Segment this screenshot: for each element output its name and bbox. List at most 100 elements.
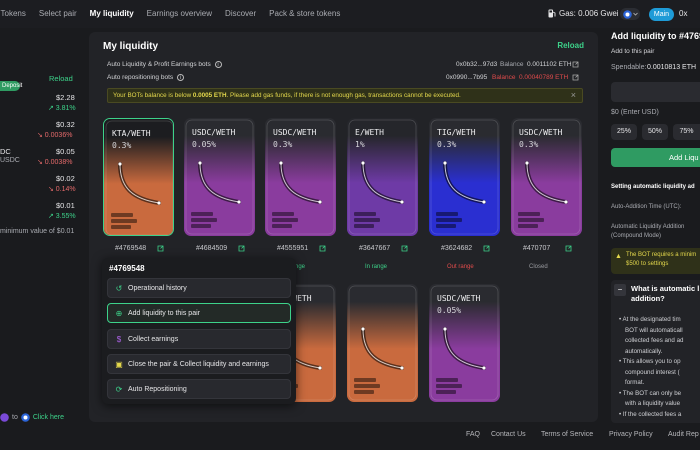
bot1-balance-label: Balance	[500, 61, 524, 68]
add-liquidity-panel: Add liquidity to #4769 Add to this pair …	[603, 28, 700, 428]
add-liquidity-subtitle: Add to this pair	[611, 48, 655, 55]
menu-item-label: Auto Repositioning	[128, 385, 187, 393]
card-position-id[interactable]: #4555951	[277, 245, 308, 252]
nav-item-earnings-overview[interactable]: Earnings overview	[147, 9, 212, 18]
liquidity-position-card[interactable]	[347, 284, 418, 402]
deposit-button[interactable]: Deposit	[0, 81, 22, 91]
card-pair-name: USDC/WETH	[273, 128, 317, 137]
page-title: My liquidity	[103, 41, 158, 52]
info-icon[interactable]: i	[176, 74, 184, 81]
left-reload-link[interactable]: Reload	[49, 74, 73, 83]
external-link-icon[interactable]	[319, 245, 326, 252]
nav-item-tokens[interactable]: 0 Tokens	[0, 9, 26, 18]
auto-repositioning-button[interactable]: ⟳ Auto Repositioning	[107, 379, 291, 399]
token-value: $0.05	[56, 147, 75, 156]
history-icon: ↺	[115, 284, 123, 293]
liquidity-position-card[interactable]: USDC/WETH 0.05%	[429, 284, 500, 402]
close-icon[interactable]: ×	[571, 89, 576, 102]
liquidity-position-card[interactable]: USDC/WETH 0.05%	[184, 118, 255, 236]
nav-item-select-pair[interactable]: Select pair	[39, 9, 77, 18]
min-requirement-notice: ▲ The BOT requires a minim $500 to setti…	[611, 248, 700, 274]
reload-button[interactable]: Reload	[557, 41, 584, 50]
info-icon[interactable]: i	[214, 61, 222, 68]
faq-question-line1: What is automatic l	[631, 284, 700, 293]
popup-title: #4769548	[109, 264, 145, 273]
card-position-id[interactable]: #4684509	[196, 245, 227, 252]
card-position-id[interactable]: #470707	[523, 245, 550, 252]
collect-icon: $	[116, 335, 122, 344]
token-change: ↘ 0.0038%	[37, 159, 73, 166]
footer-audit-link[interactable]: Audit Rep	[668, 431, 699, 438]
chevron-down-icon	[632, 12, 638, 16]
footer-contact-link[interactable]: Contact Us	[491, 431, 526, 438]
external-link-icon[interactable]	[572, 61, 579, 68]
card-pair-name: USDC/WETH	[437, 294, 481, 303]
auto-repositioning-bots-label: Auto repositioning bots	[107, 74, 174, 81]
token-change: ↘ 0.0036%	[37, 132, 73, 139]
click-here-link[interactable]: Click here	[33, 414, 64, 421]
faq-answer-line: • At the designated tim	[619, 316, 681, 323]
bot1-address[interactable]: 0x0b32...97d3	[456, 61, 497, 68]
faq-answer-line: BOT will automaticall	[625, 326, 683, 334]
card-position-id[interactable]: #3647667	[359, 245, 390, 252]
bot2-balance-label: Balance	[492, 74, 516, 81]
token-value: $0.01	[56, 201, 75, 210]
close-pair-icon: ▣	[115, 360, 123, 369]
ethereum-network-icon	[622, 9, 632, 19]
nav-item-my-liquidity[interactable]: My liquidity	[90, 9, 134, 18]
bot2-address[interactable]: 0x0990...7b95	[446, 74, 487, 81]
liquidity-position-card[interactable]: E/WETH 1%	[347, 118, 418, 236]
card-position-id[interactable]: #4769548	[115, 245, 146, 252]
gas-text: Gas: 0.006 Gwei	[559, 9, 619, 18]
card-fee-tier: 0.3%	[519, 140, 539, 149]
liquidity-position-card[interactable]: TIG/WETH 0.3%	[429, 118, 500, 236]
liquidity-position-card[interactable]: USDC/WETH 0.3%	[265, 118, 336, 236]
percent-25-button[interactable]: 25%	[611, 124, 637, 140]
to-text: to	[12, 414, 18, 421]
setting-title: Setting automatic liquidity ad	[611, 184, 695, 190]
percent-75-button[interactable]: 75%	[673, 124, 700, 140]
add-liquidity-submit-button[interactable]: Add Liqu	[611, 148, 700, 167]
faq-answer-line: with a liquidity value	[625, 400, 681, 407]
wallet-address[interactable]: 0x	[679, 9, 687, 18]
external-link-icon[interactable]	[157, 245, 164, 252]
footer-terms-link[interactable]: Terms of Service	[541, 431, 593, 438]
bot1-balance: 0.0011102 ETH	[527, 61, 572, 68]
footer-faq-link[interactable]: FAQ	[466, 431, 480, 438]
usd-amount-input[interactable]	[611, 82, 700, 102]
card-position-id[interactable]: #3624682	[441, 245, 472, 252]
external-link-icon[interactable]	[238, 245, 245, 252]
card-fee-tier: 0.3%	[112, 141, 132, 150]
external-link-icon[interactable]	[401, 245, 408, 252]
card-fee-tier: 1%	[355, 140, 365, 149]
low-balance-warning: Your BOTs balance is below 0.0005 ETH. P…	[107, 88, 583, 103]
nav-item-pack-store[interactable]: Pack & store tokens	[269, 9, 340, 18]
add-liquidity-button[interactable]: ⊕ Add liquidity to this pair	[107, 303, 291, 323]
liquidity-position-card[interactable]: USDC/WETH 0.3%	[511, 118, 582, 236]
operational-history-button[interactable]: ↺ Operational history	[107, 278, 291, 298]
faq-toggle-icon[interactable]: −	[614, 284, 626, 296]
add-liquidity-icon: ⊕	[115, 309, 123, 318]
card-fee-tier: 0.05%	[192, 140, 217, 149]
network-selector[interactable]	[620, 8, 640, 20]
nav-item-discover[interactable]: Discover	[225, 9, 256, 18]
close-pair-button[interactable]: ▣ Close the pair & Collect liquidity and…	[107, 354, 291, 374]
external-link-icon[interactable]	[572, 74, 579, 81]
min-value-note: minimum value of $0.01	[0, 228, 75, 235]
menu-item-label: Collect earnings	[128, 335, 179, 343]
network-label-button[interactable]: Main	[649, 8, 674, 21]
collect-earnings-button[interactable]: $ Collect earnings	[107, 329, 291, 349]
liquidity-position-card[interactable]: KTA/WETH 0.3%	[103, 118, 174, 236]
card-pair-name: KTA/WETH	[112, 129, 151, 138]
left-bottom-bar: to Click here	[0, 413, 64, 422]
token-value: $2.28	[56, 93, 75, 102]
token-change: ↘ 0.14%	[48, 186, 76, 193]
percent-50-button[interactable]: 50%	[642, 124, 668, 140]
external-link-icon[interactable]	[565, 245, 572, 252]
external-link-icon[interactable]	[483, 245, 490, 252]
left-panel: Deposit Reload $2.28 ↗ 3.81% $0.32 ↘ 0.0…	[0, 28, 90, 428]
usd-input-placeholder: $0 (Enter USD)	[611, 109, 659, 116]
auto-liquidity-bots-row: Auto Liquidity & Profit Earnings bots i	[107, 61, 222, 68]
gas-indicator: Gas: 0.006 Gwei	[548, 9, 619, 18]
footer-privacy-link[interactable]: Privacy Policy	[609, 431, 653, 438]
